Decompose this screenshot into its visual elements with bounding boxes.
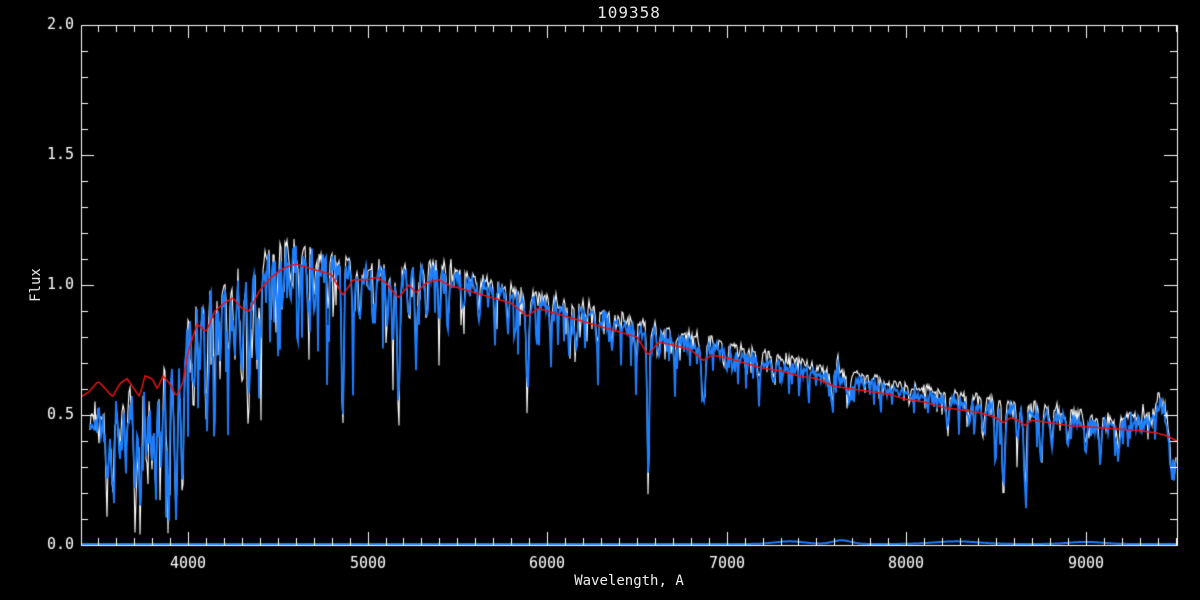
chart-title: 109358 [597,3,661,22]
spectrum-plot-window: 109358 Flux Wavelength, A [0,0,1200,600]
y-axis-label: Flux [28,268,44,302]
spectrum-canvas [0,0,1200,600]
x-axis-label: Wavelength, A [574,573,684,589]
